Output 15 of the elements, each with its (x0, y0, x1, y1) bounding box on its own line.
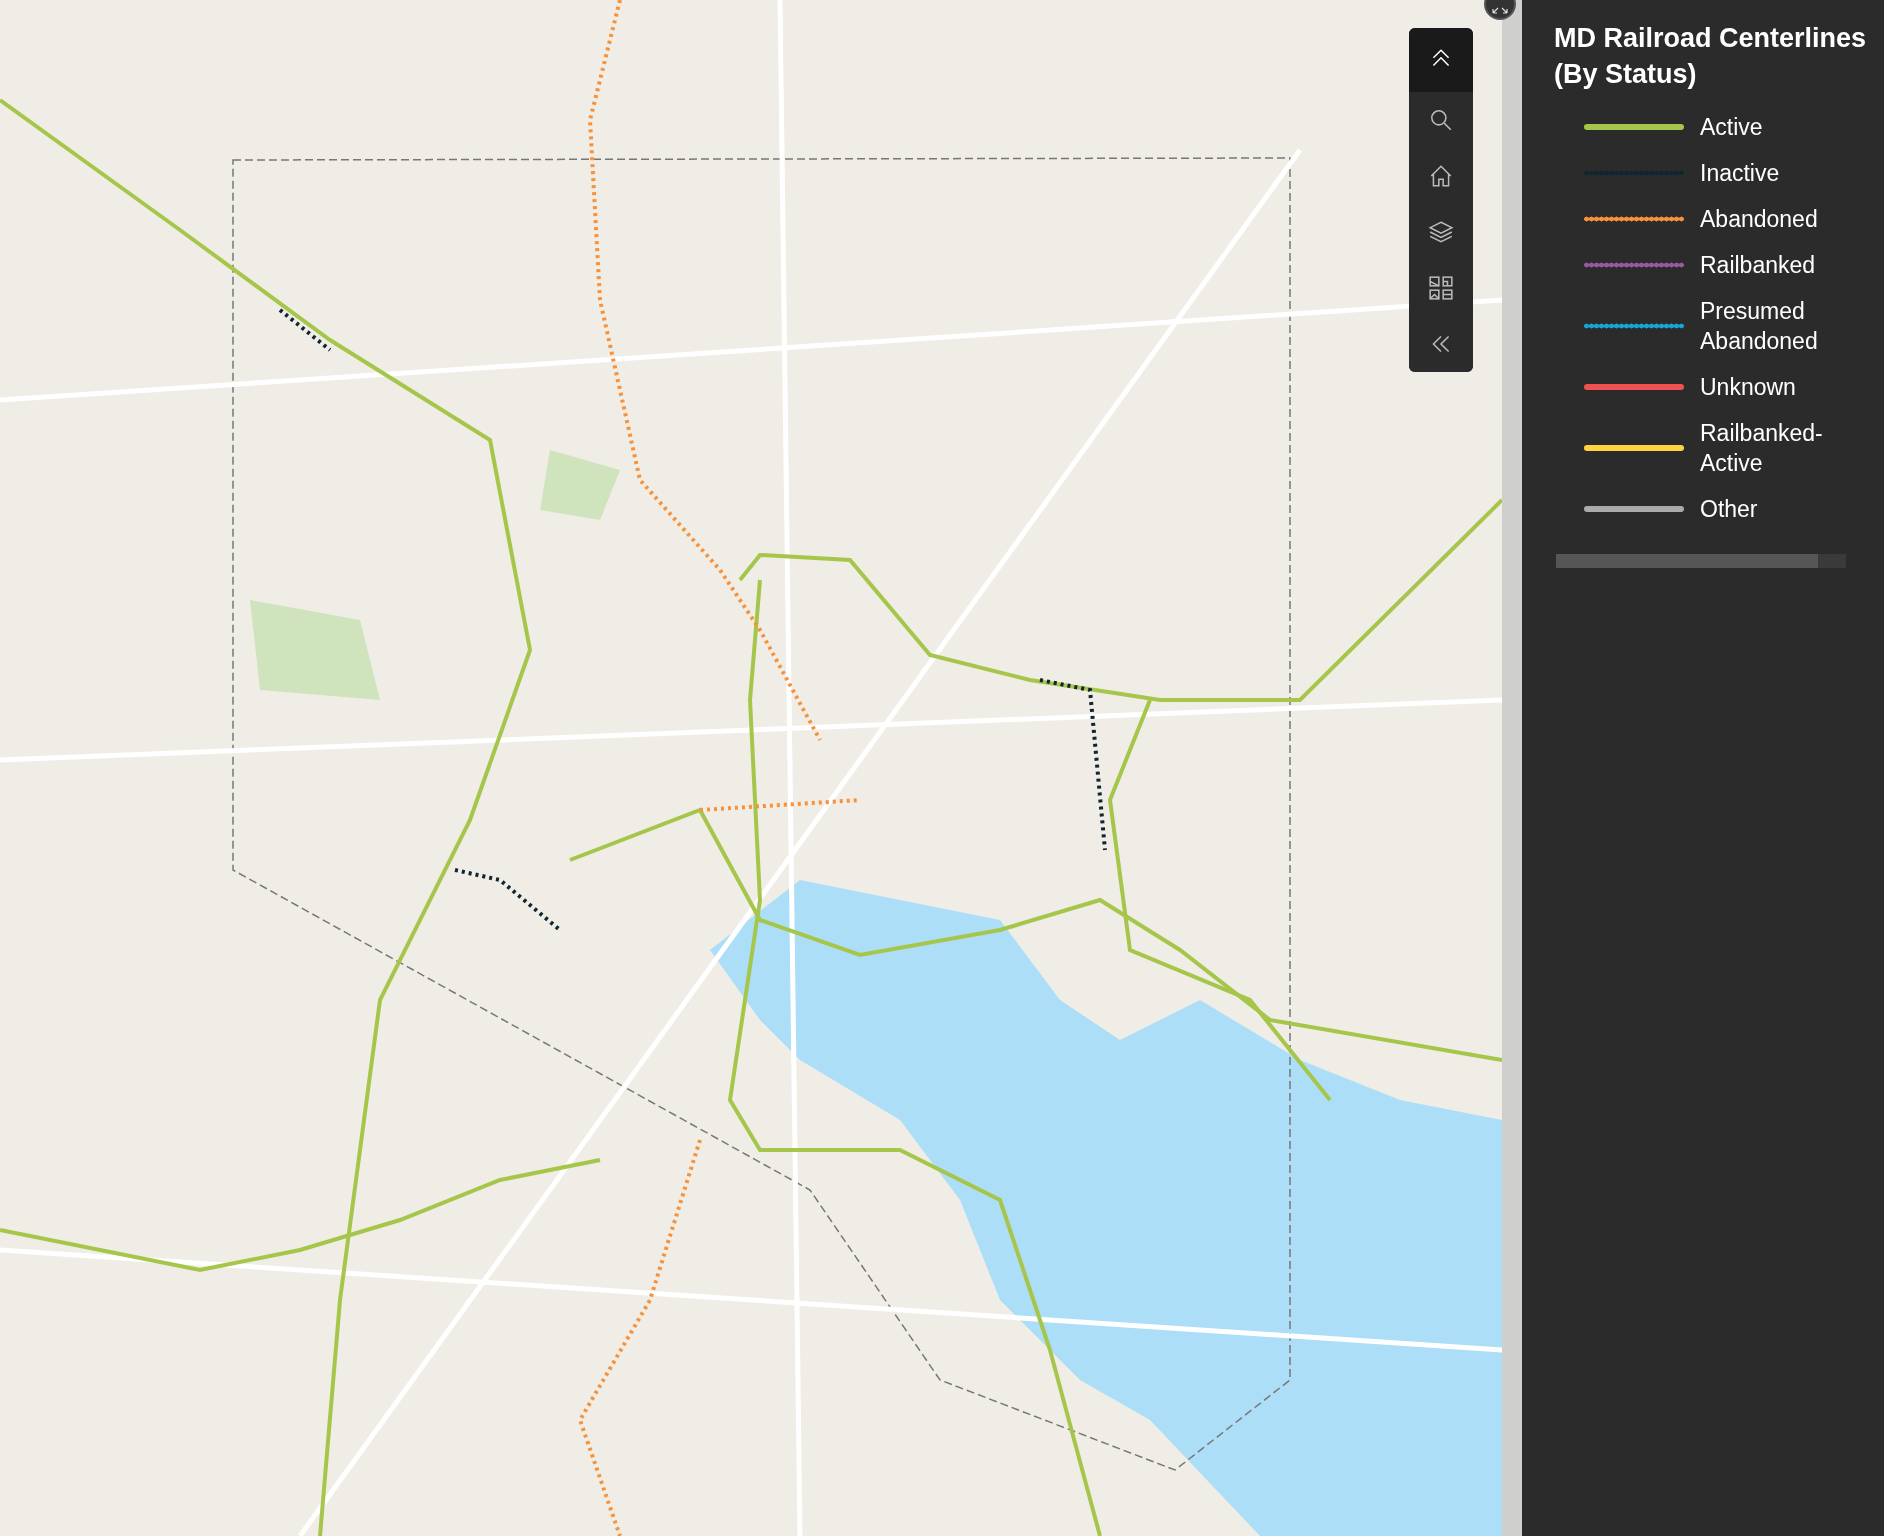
legend-label: Unknown (1700, 373, 1797, 402)
legend-label: Railbanked-Active (1700, 419, 1824, 478)
legend-label: Abandoned (1700, 205, 1819, 234)
legend-label: Active (1700, 113, 1764, 142)
legend-label: Inactive (1700, 159, 1781, 188)
legend-label: Other (1700, 495, 1759, 524)
scrollbar[interactable] (1556, 554, 1846, 568)
search-icon (1428, 107, 1454, 133)
legend-label: Presumed Abandoned (1700, 297, 1819, 356)
layers-icon (1428, 219, 1454, 245)
chevrons-up-button[interactable] (1409, 28, 1473, 92)
legend-label: Railbanked (1700, 251, 1817, 280)
legend-title: MD Railroad Centerlines (By Status) (1554, 22, 1868, 91)
basemap-gallery-icon (1428, 275, 1454, 301)
home-icon (1428, 163, 1454, 189)
